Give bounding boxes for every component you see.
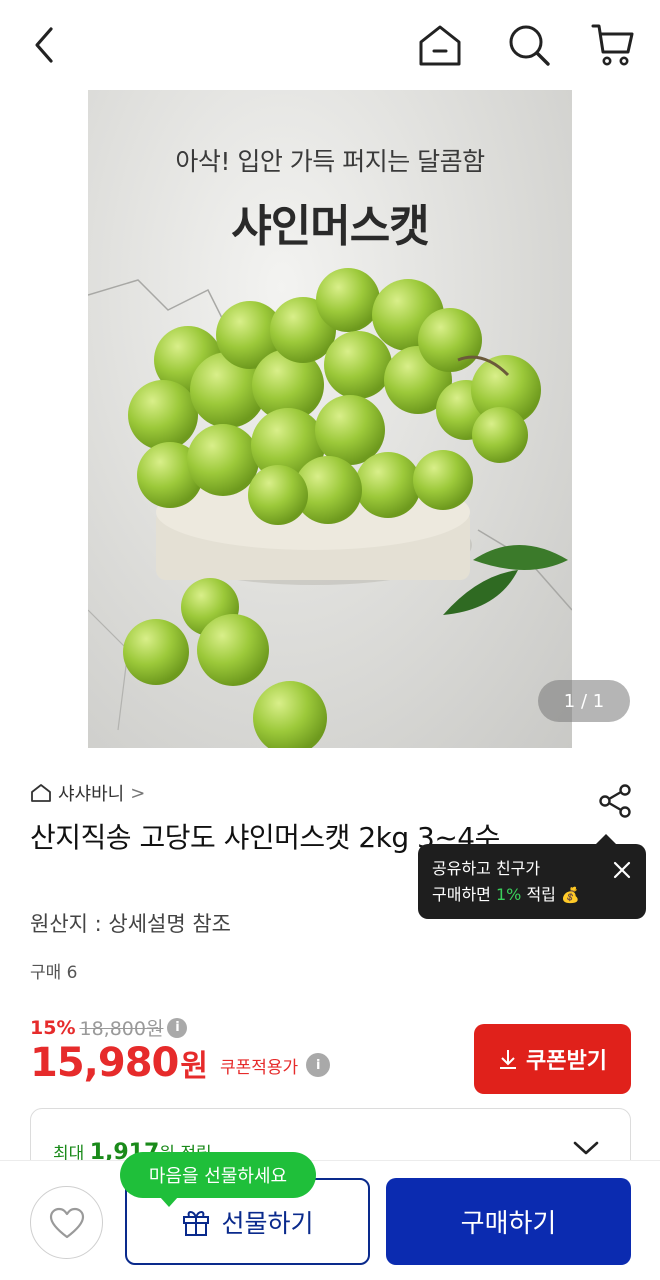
share-icon (599, 784, 631, 818)
tooltip-line-2: 구매하면 1% 적립 💰 (432, 882, 632, 908)
buy-button[interactable]: 구매하기 (386, 1178, 631, 1265)
home-icon (419, 25, 461, 66)
discount-rate: 15% (30, 1016, 76, 1039)
tooltip-line-2-suffix: 적립 (521, 885, 556, 904)
sale-price: 15,980 (30, 1040, 179, 1086)
price-row: 15,980 원 쿠폰적용가 i (30, 1040, 331, 1086)
get-coupon-label: 쿠폰받기 (526, 1049, 607, 1074)
back-button[interactable] (22, 20, 66, 70)
tooltip-line-1: 공유하고 친구가 (432, 859, 541, 878)
cart-button[interactable] (588, 18, 638, 70)
gift-icon (183, 1210, 210, 1236)
money-bag-icon: 💰 (560, 886, 580, 904)
share-button[interactable] (596, 782, 634, 820)
wishlist-button[interactable] (30, 1186, 103, 1259)
original-price: 18,800원 (79, 1018, 164, 1040)
points-expand-button[interactable] (572, 1139, 600, 1161)
cart-icon (591, 24, 634, 66)
home-button[interactable] (414, 20, 466, 70)
tooltip-reward-rate: 1% (495, 885, 522, 904)
seller-name: 샤샤바니 (58, 784, 125, 805)
gift-button-label: 선물하기 (221, 1208, 314, 1238)
tooltip-close-button[interactable] (612, 860, 632, 880)
get-coupon-button[interactable]: 쿠폰받기 (474, 1024, 631, 1094)
search-button[interactable] (504, 20, 554, 70)
product-origin: 원산지 : 상세설명 참조 (30, 912, 231, 936)
coupon-info-icon[interactable]: i (306, 1053, 331, 1077)
back-icon (35, 27, 53, 63)
gift-promo-bubble: 마음을 선물하세요 (120, 1152, 316, 1207)
info-icon[interactable]: i (167, 1017, 188, 1038)
tooltip-line-2-prefix: 구매하면 (432, 885, 496, 904)
download-icon (500, 1050, 517, 1069)
bottom-action-bar: 선물하기 구매하기 (0, 1160, 660, 1280)
buy-button-label: 구매하기 (460, 1209, 557, 1239)
store-icon (31, 784, 51, 802)
close-icon (613, 861, 631, 879)
seller-arrow: > (130, 782, 146, 804)
price-unit: 원 (180, 1049, 208, 1084)
purchase-count: 구매 6 (30, 963, 78, 983)
seller-link[interactable]: 샤샤바니 > (30, 780, 145, 806)
discount-row: 15% 18,800원 i (30, 1014, 188, 1041)
chevron-down-icon (573, 1141, 599, 1155)
grape-bunch-illustration (123, 268, 568, 748)
heart-icon (49, 1207, 84, 1238)
product-image[interactable]: 아삭! 입안 가득 퍼지는 달콤함 샤인머스캣 (88, 90, 572, 748)
search-icon (509, 25, 550, 66)
coupon-applied-label: 쿠폰적용가 (219, 1057, 299, 1078)
share-reward-tooltip: 공유하고 친구가 구매하면 1% 적립 💰 (418, 834, 646, 919)
image-page-indicator: 1 / 1 (538, 680, 630, 722)
top-bar (0, 0, 660, 90)
